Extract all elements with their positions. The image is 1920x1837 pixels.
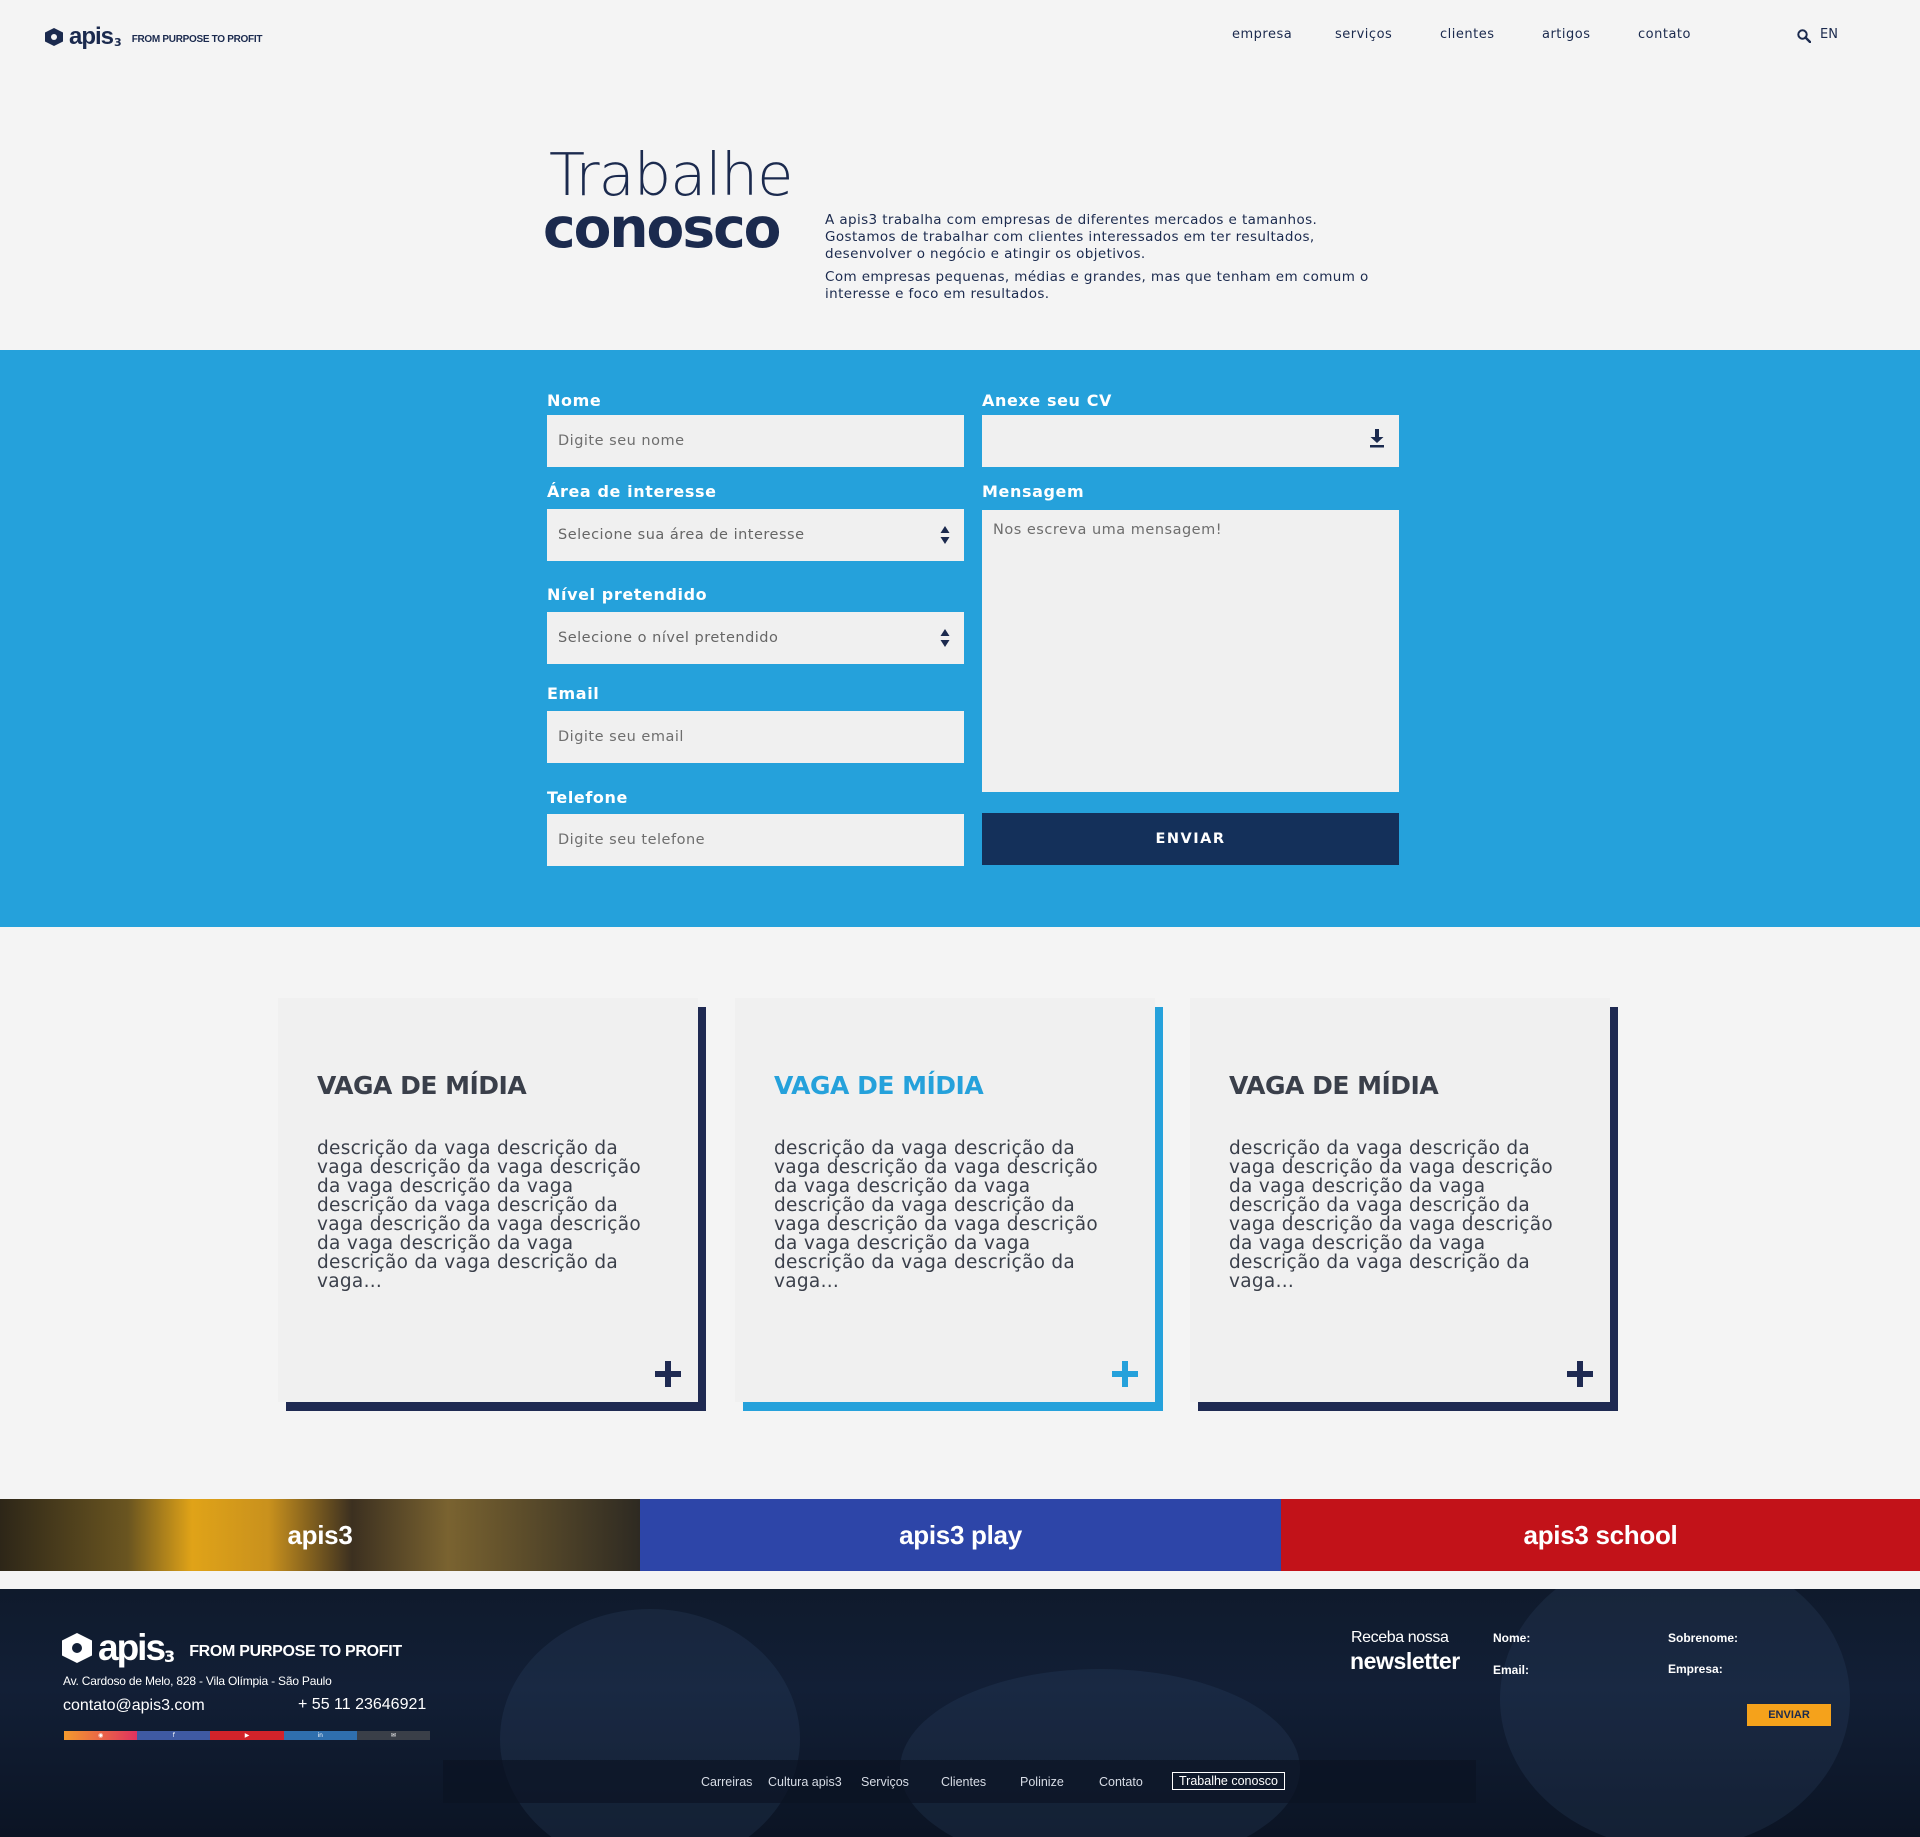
- youtube-icon[interactable]: ▶: [210, 1731, 284, 1740]
- linkedin-icon[interactable]: in: [283, 1731, 357, 1740]
- footer-logo-tagline: FROM PURPOSE TO PROFIT: [189, 1643, 402, 1660]
- nav-empresa[interactable]: empresa: [1232, 27, 1292, 42]
- telefone-label: Telefone: [547, 788, 628, 807]
- mensagem-label: Mensagem: [982, 482, 1085, 501]
- intro-paragraph-1: A apis3 trabalha com empresas de diferen…: [825, 212, 1318, 262]
- newsletter-submit-button[interactable]: ENVIAR: [1747, 1704, 1831, 1726]
- email-label: Email: [547, 684, 600, 703]
- brand-link-apis3-play[interactable]: apis3 play: [640, 1499, 1281, 1571]
- instagram-icon[interactable]: ◉: [64, 1731, 138, 1740]
- submit-application-button[interactable]: ENVIAR: [982, 813, 1399, 865]
- footer-link-trabalhe-conosco[interactable]: Trabalhe conosco: [1172, 1772, 1285, 1790]
- job-description: descrição da vaga descrição da vaga desc…: [1229, 1138, 1553, 1292]
- footer-nav: Carreiras Cultura apis3 Serviços Cliente…: [443, 1760, 1476, 1803]
- up-down-arrows-icon: [940, 526, 950, 544]
- plus-icon[interactable]: [1112, 1361, 1138, 1387]
- job-description: descrição da vaga descrição da vaga desc…: [317, 1138, 641, 1292]
- nav-clientes[interactable]: clientes: [1440, 27, 1494, 42]
- footer-link-clientes[interactable]: Clientes: [941, 1775, 986, 1789]
- plus-icon[interactable]: [1567, 1361, 1593, 1387]
- page-title-bold: conosco: [543, 196, 781, 260]
- nivel-label: Nível pretendido: [547, 585, 708, 604]
- cv-upload-field[interactable]: [982, 415, 1399, 467]
- nivel-select-value: Selecione o nível pretendido: [558, 630, 779, 646]
- job-card[interactable]: VAGA DE MÍDIA descrição da vaga descriçã…: [278, 998, 706, 1411]
- newsletter-email-field[interactable]: Email:: [1493, 1663, 1529, 1677]
- nav-artigos[interactable]: artigos: [1542, 27, 1591, 42]
- social-links: ◉ f ▶ in ✉: [64, 1731, 431, 1740]
- site-header: apis 3 FROM PURPOSE TO PROFIT empresa se…: [0, 0, 1920, 70]
- area-select[interactable]: Selecione sua área de interesse: [547, 509, 964, 561]
- footer-address: Av. Cardoso de Melo, 828 - Vila Olímpia …: [63, 1674, 332, 1688]
- mensagem-textarea[interactable]: [982, 510, 1399, 792]
- facebook-icon[interactable]: f: [137, 1731, 211, 1740]
- nome-label: Nome: [547, 391, 602, 410]
- logo-hexagon-icon: [62, 1633, 92, 1663]
- job-description: descrição da vaga descrição da vaga desc…: [774, 1138, 1098, 1292]
- up-down-arrows-icon: [940, 629, 950, 647]
- logo-brand: apis: [69, 23, 114, 50]
- footer-background-shape: [900, 1669, 1300, 1837]
- nav-contato[interactable]: contato: [1638, 27, 1691, 42]
- job-title: VAGA DE MÍDIA: [317, 1071, 527, 1100]
- footer-link-contato[interactable]: Contato: [1099, 1775, 1143, 1789]
- search-icon[interactable]: [1797, 29, 1811, 43]
- card-body: VAGA DE MÍDIA descrição da vaga descriçã…: [735, 998, 1155, 1402]
- newsletter-subtitle: Receba nossa: [1351, 1629, 1449, 1646]
- card-body: VAGA DE MÍDIA descrição da vaga descriçã…: [1190, 998, 1610, 1402]
- footer-logo-brand: apis: [98, 1627, 166, 1668]
- newsletter-nome-field[interactable]: Nome:: [1493, 1631, 1530, 1645]
- newsletter-title: newsletter: [1350, 1648, 1460, 1674]
- footer-logo[interactable]: apis 3 FROM PURPOSE TO PROFIT: [62, 1627, 402, 1669]
- footer-link-polinize[interactable]: Polinize: [1020, 1775, 1064, 1789]
- header-logo[interactable]: apis 3 FROM PURPOSE TO PROFIT: [45, 23, 262, 51]
- area-select-value: Selecione sua área de interesse: [558, 527, 805, 543]
- newsletter-empresa-field[interactable]: Empresa:: [1668, 1662, 1723, 1676]
- footer-link-carreiras[interactable]: Carreiras: [701, 1775, 752, 1789]
- job-title: VAGA DE MÍDIA: [1229, 1071, 1439, 1100]
- site-footer: apis 3 FROM PURPOSE TO PROFIT Av. Cardos…: [0, 1589, 1920, 1837]
- nav-servicos[interactable]: serviços: [1335, 27, 1392, 42]
- logo-hexagon-icon: [45, 28, 63, 46]
- job-card-highlighted[interactable]: VAGA DE MÍDIA descrição da vaga descriçã…: [735, 998, 1163, 1411]
- footer-link-servicos[interactable]: Serviços: [861, 1775, 909, 1789]
- job-card[interactable]: VAGA DE MÍDIA descrição da vaga descriçã…: [1190, 998, 1618, 1411]
- intro-text: A apis3 trabalha com empresas de diferen…: [825, 212, 1385, 309]
- nivel-select[interactable]: Selecione o nível pretendido: [547, 612, 964, 664]
- plus-icon[interactable]: [655, 1361, 681, 1387]
- language-switch[interactable]: EN: [1820, 27, 1838, 42]
- footer-link-cultura[interactable]: Cultura apis3: [768, 1775, 842, 1789]
- card-body: VAGA DE MÍDIA descrição da vaga descriçã…: [278, 998, 698, 1402]
- brand-link-apis3[interactable]: apis3: [0, 1499, 640, 1571]
- job-title: VAGA DE MÍDIA: [774, 1071, 984, 1100]
- email-icon[interactable]: ✉: [356, 1731, 431, 1740]
- newsletter-sobrenome-field[interactable]: Sobrenome:: [1668, 1631, 1738, 1645]
- brand-link-apis3-school[interactable]: apis3 school: [1281, 1499, 1920, 1571]
- nome-input[interactable]: [547, 415, 964, 467]
- logo-brand-suffix: 3: [114, 35, 122, 49]
- footer-email[interactable]: contato@apis3.com: [63, 1697, 205, 1715]
- download-arrow-icon[interactable]: [1369, 429, 1385, 448]
- intro-paragraph-2: Com empresas pequenas, médias e grandes,…: [825, 269, 1369, 302]
- cv-label: Anexe seu CV: [982, 391, 1113, 410]
- email-input[interactable]: [547, 711, 964, 763]
- footer-logo-suffix: 3: [164, 1646, 176, 1666]
- telefone-input[interactable]: [547, 814, 964, 866]
- logo-tagline: FROM PURPOSE TO PROFIT: [131, 33, 263, 45]
- area-label: Área de interesse: [547, 482, 717, 501]
- footer-phone[interactable]: + 55 11 23646921: [298, 1696, 426, 1714]
